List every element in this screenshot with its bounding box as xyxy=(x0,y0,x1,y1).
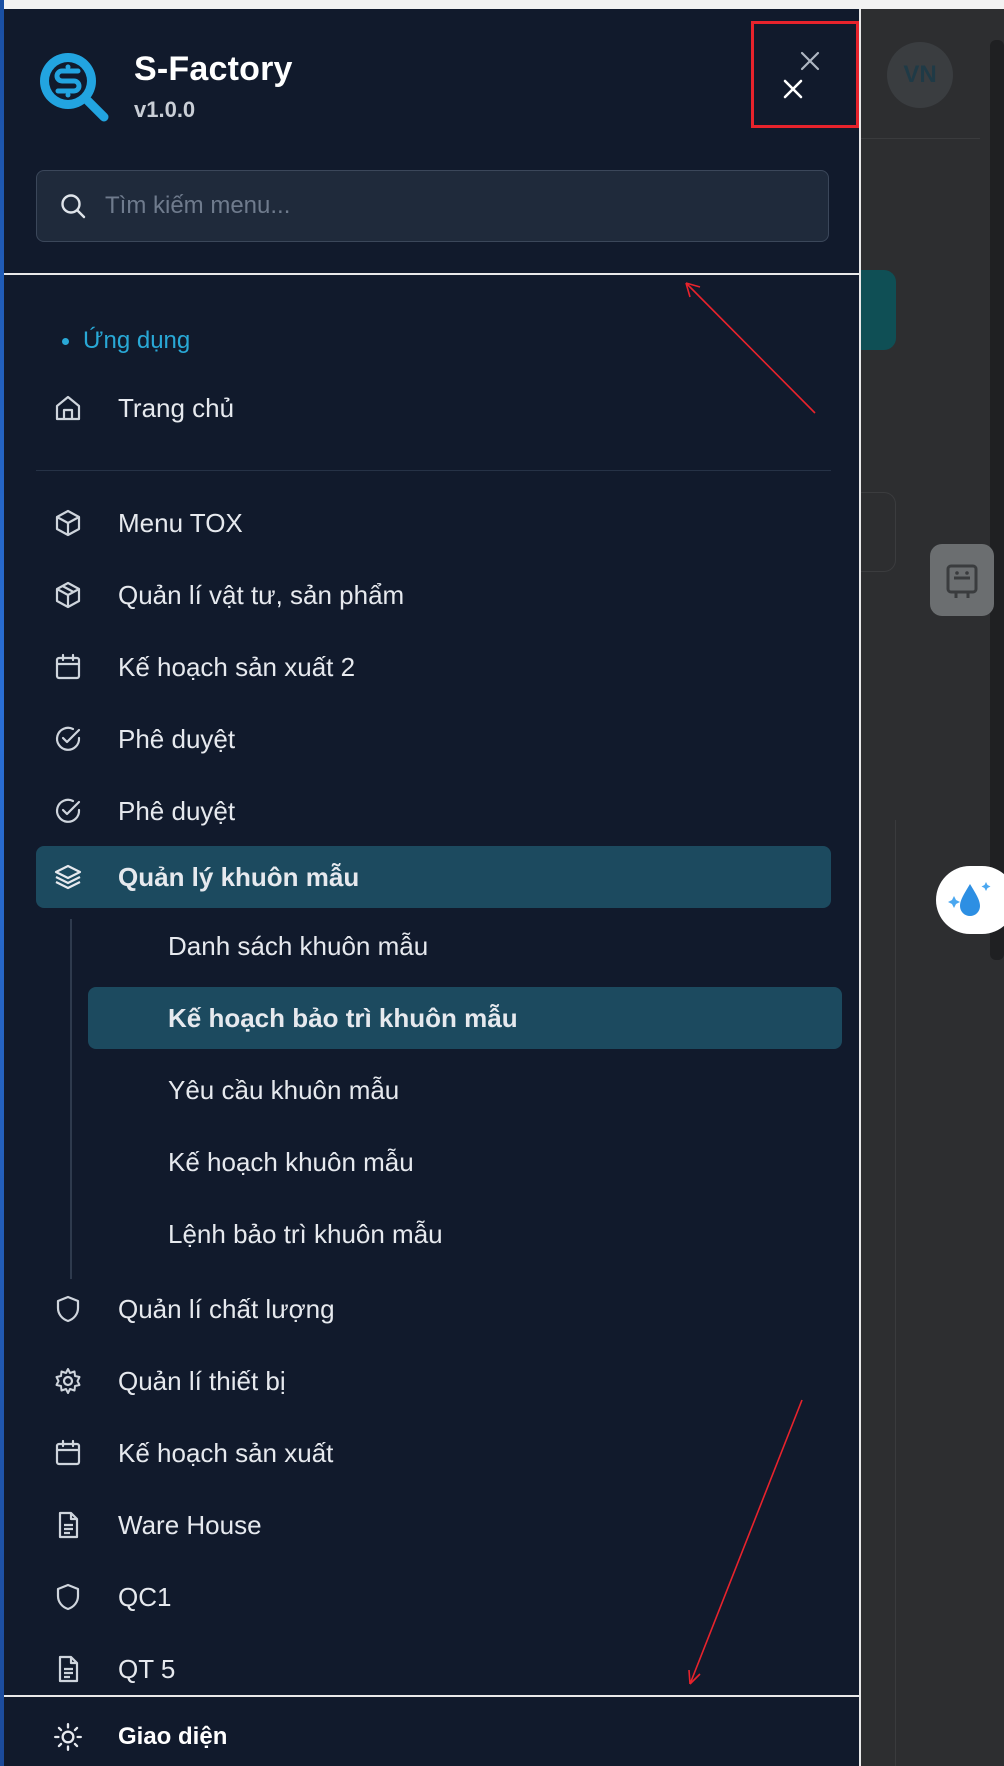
menu-divider xyxy=(36,470,831,471)
submenu-item-label: Yêu cầu khuôn mẫu xyxy=(168,1074,400,1105)
search-icon xyxy=(61,194,86,219)
background-header-divider xyxy=(860,138,980,139)
menu-item-label: Phê duyệt xyxy=(118,795,236,826)
gear-icon xyxy=(52,1365,84,1397)
shield-icon xyxy=(52,1581,84,1613)
background-panel-divider xyxy=(895,820,896,1766)
floating-drop-button[interactable] xyxy=(936,866,1004,934)
submenu-item-mold-maintenance-order[interactable]: Lệnh bảo trì khuôn mẫu xyxy=(88,1203,842,1265)
package-icon xyxy=(52,579,84,611)
mascot-icon xyxy=(946,564,978,598)
top-edge xyxy=(0,0,1004,9)
scrollbar[interactable] xyxy=(990,40,1004,960)
menu-item-label: Quản lí vật tư, sản phẩm xyxy=(118,579,405,610)
cube-icon xyxy=(52,507,84,539)
drawer-footer-divider xyxy=(4,1695,859,1697)
menu-item-label: Menu TOX xyxy=(118,507,243,538)
menu-item-production-plan-2[interactable]: Kế hoạch sản xuất 2 xyxy=(36,636,831,698)
avatar[interactable]: VN xyxy=(887,42,953,108)
menu-item-label: Kế hoạch sản xuất 2 xyxy=(118,651,356,682)
background-card xyxy=(860,492,896,572)
menu-item-home[interactable]: Trang chủ xyxy=(36,377,831,439)
section-dot-icon xyxy=(62,337,69,345)
calendar-icon xyxy=(52,1437,84,1469)
submenu-item-mold-list[interactable]: Danh sách khuôn mẫu xyxy=(88,915,842,977)
theme-label: Giao diện xyxy=(118,1723,228,1750)
section-label: Ứng dụng xyxy=(62,327,190,355)
menu-item-label: Ware House xyxy=(118,1509,262,1540)
menu-item-label: QC1 xyxy=(118,1581,172,1612)
menu-item-label: Kế hoạch sản xuất xyxy=(118,1437,334,1468)
search-input[interactable] xyxy=(105,192,785,220)
brand[interactable]: S-Factory v1.0.0 xyxy=(34,47,293,125)
submenu-item-label: Kế hoạch khuôn mẫu xyxy=(168,1146,414,1177)
submenu-item-label: Danh sách khuôn mẫu xyxy=(168,930,429,961)
shield-icon xyxy=(52,1293,84,1325)
submenu-item-mold-maintenance-plan[interactable]: Kế hoạch bảo trì khuôn mẫu xyxy=(88,987,842,1049)
check-circle-icon xyxy=(52,795,84,827)
sun-icon xyxy=(54,1723,82,1751)
calendar-icon xyxy=(52,651,84,683)
menu-item-approval-2[interactable]: Phê duyệt xyxy=(36,780,831,842)
section-label-text: Ứng dụng xyxy=(83,327,191,354)
app-version: v1.0.0 xyxy=(134,96,196,122)
submenu-item-label: Kế hoạch bảo trì khuôn mẫu xyxy=(168,1002,518,1033)
menu-item-equipment[interactable]: Quản lí thiết bị xyxy=(36,1350,831,1412)
submenu-item-mold-request[interactable]: Yêu cầu khuôn mẫu xyxy=(88,1059,842,1121)
menu-item-material[interactable]: Quản lí vật tư, sản phẩm xyxy=(36,564,831,626)
navigation-drawer: S-Factory v1.0.0 Ứng dụng Trang chủ Menu… xyxy=(4,9,861,1766)
background-teal-card xyxy=(860,270,896,350)
check-circle-icon xyxy=(52,723,84,755)
floating-mascot-button[interactable] xyxy=(930,544,994,616)
menu-item-qc1[interactable]: QC1 xyxy=(36,1566,831,1628)
drawer-header-divider xyxy=(4,273,859,275)
submenu-item-mold-plan[interactable]: Kế hoạch khuôn mẫu xyxy=(88,1131,842,1193)
menu-item-label: QT 5 xyxy=(118,1653,176,1684)
theme-button[interactable]: Giao diện xyxy=(36,1721,227,1753)
menu-item-production-plan[interactable]: Kế hoạch sản xuất xyxy=(36,1422,831,1484)
document-icon xyxy=(52,1653,84,1685)
menu-item-label: Phê duyệt xyxy=(118,723,236,754)
menu-item-label: Quản lí thiết bị xyxy=(118,1365,286,1396)
menu-item-quality[interactable]: Quản lí chất lượng xyxy=(36,1278,831,1340)
menu-item-qt5[interactable]: QT 5 xyxy=(36,1638,831,1700)
close-button-highlight xyxy=(751,21,859,128)
menu-item-label: Quản lý khuôn mẫu xyxy=(118,861,360,892)
menu-item-approval-1[interactable]: Phê duyệt xyxy=(36,708,831,770)
s-factory-logo-icon xyxy=(40,53,109,122)
app-name: S-Factory xyxy=(134,49,293,88)
submenu-item-label: Lệnh bảo trì khuôn mẫu xyxy=(168,1218,443,1249)
menu-item-mold-management[interactable]: Quản lý khuôn mẫu xyxy=(36,846,831,908)
menu-item-label: Quản lí chất lượng xyxy=(118,1293,335,1324)
menu-item-menu-tox[interactable]: Menu TOX xyxy=(36,492,831,554)
submenu-guide-line xyxy=(70,919,72,1279)
document-icon xyxy=(52,1509,84,1541)
home-icon xyxy=(52,392,84,424)
menu-item-warehouse[interactable]: Ware House xyxy=(36,1494,831,1556)
menu-item-label: Trang chủ xyxy=(118,392,235,423)
layers-icon xyxy=(52,861,84,893)
menu-search[interactable] xyxy=(36,170,829,242)
water-drop-icon xyxy=(948,882,991,916)
